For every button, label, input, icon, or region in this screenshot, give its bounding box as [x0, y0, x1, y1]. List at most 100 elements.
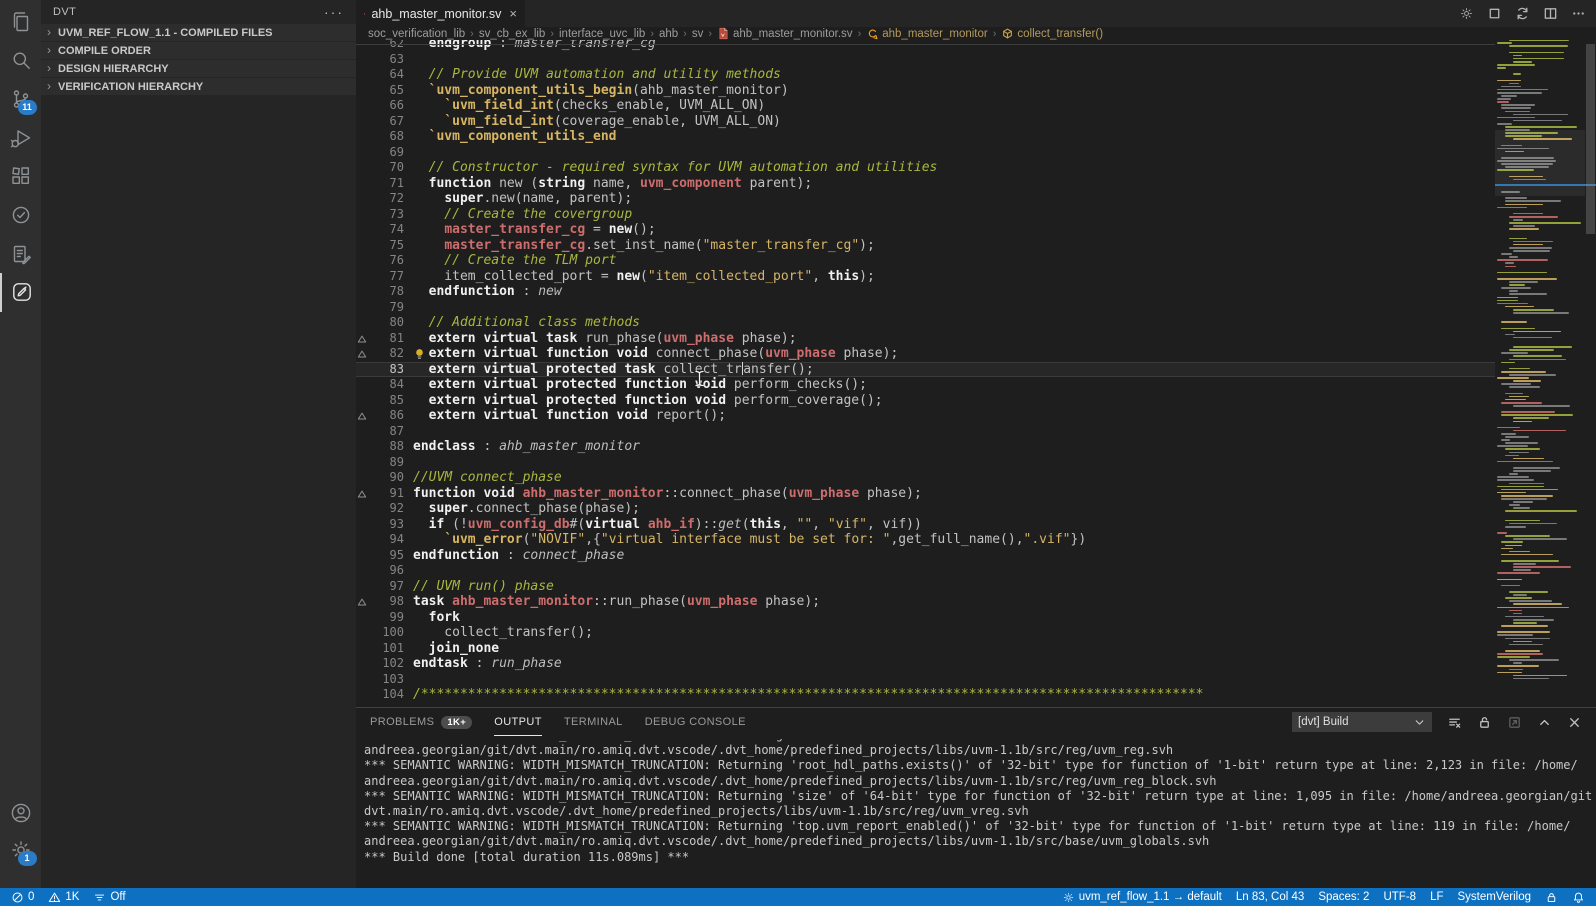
- line-number[interactable]: 64: [370, 67, 404, 83]
- line-number[interactable]: 66: [370, 98, 404, 114]
- code-line[interactable]: 63: [356, 52, 1495, 68]
- activity-item-account[interactable]: [0, 793, 41, 832]
- unlock-icon[interactable]: [1477, 715, 1492, 730]
- code-line[interactable]: 104/************************************…: [356, 687, 1495, 703]
- code-line[interactable]: 94 `uvm_error("NOVIF",{"virtual interfac…: [356, 532, 1495, 548]
- override-marker-icon[interactable]: [357, 411, 367, 421]
- editor-scrollbar[interactable]: [1585, 27, 1596, 707]
- activity-item-settings-gear[interactable]: 1: [0, 830, 41, 869]
- line-number[interactable]: 100: [370, 625, 404, 641]
- line-number[interactable]: 87: [370, 424, 404, 440]
- code-line[interactable]: 102endtask : run_phase: [356, 656, 1495, 672]
- breadcrumb-item[interactable]: ahb_master_monitor.sv: [717, 27, 853, 40]
- status-item-problems-errors[interactable]: 0: [4, 891, 41, 904]
- tab-close-icon[interactable]: ×: [509, 6, 517, 21]
- status-item-eol[interactable]: LF: [1423, 891, 1450, 903]
- line-number[interactable]: 99: [370, 610, 404, 626]
- activity-item-report-edit[interactable]: [0, 234, 41, 273]
- code-line[interactable]: 69: [356, 145, 1495, 161]
- activity-item-search[interactable]: [0, 41, 41, 80]
- minimap-slider[interactable]: [1495, 130, 1585, 196]
- code-line[interactable]: 88endclass : ahb_master_monitor: [356, 439, 1495, 455]
- line-number[interactable]: 84: [370, 377, 404, 393]
- code-line[interactable]: 91function void ahb_master_monitor::conn…: [356, 486, 1495, 502]
- code-line[interactable]: 80 // Additional class methods: [356, 315, 1495, 331]
- line-number[interactable]: 96: [370, 563, 404, 579]
- sidebar-item-design-hierarchy[interactable]: ›DESIGN HIERARCHY: [41, 60, 356, 78]
- code-line[interactable]: 85 extern virtual protected function voi…: [356, 393, 1495, 409]
- line-number[interactable]: 89: [370, 455, 404, 471]
- code-line[interactable]: 70 // Constructor - required syntax for …: [356, 160, 1495, 176]
- line-number[interactable]: 68: [370, 129, 404, 145]
- chevron-up-icon[interactable]: [1537, 715, 1552, 730]
- code-line[interactable]: 72 super.new(name, parent);: [356, 191, 1495, 207]
- line-number[interactable]: 76: [370, 253, 404, 269]
- line-number[interactable]: 93: [370, 517, 404, 533]
- line-number[interactable]: 74: [370, 222, 404, 238]
- status-item-indentation[interactable]: Spaces: 2: [1311, 891, 1376, 903]
- code-line[interactable]: 82 extern virtual function void connect_…: [356, 346, 1495, 362]
- code-line[interactable]: 84 extern virtual protected function voi…: [356, 377, 1495, 393]
- code-line[interactable]: 98task ahb_master_monitor::run_phase(uvm…: [356, 594, 1495, 610]
- line-number[interactable]: 103: [370, 672, 404, 688]
- activity-item-extensions[interactable]: [0, 157, 41, 196]
- status-item-problems-warnings[interactable]: 1K: [41, 891, 86, 904]
- line-number[interactable]: 78: [370, 284, 404, 300]
- code-line[interactable]: 87: [356, 424, 1495, 440]
- activity-item-explorer[interactable]: [0, 2, 41, 41]
- override-marker-icon[interactable]: [357, 489, 367, 499]
- status-item-editor-lock[interactable]: [1538, 891, 1565, 904]
- panel-tab-output[interactable]: OUTPUT: [494, 709, 542, 736]
- status-item-language-mode[interactable]: SystemVerilog: [1450, 891, 1538, 903]
- line-number[interactable]: 71: [370, 176, 404, 192]
- code-line[interactable]: 93 if (!uvm_config_db#(virtual ahb_if)::…: [356, 517, 1495, 533]
- activity-item-run-debug[interactable]: [0, 118, 41, 157]
- line-number[interactable]: 83: [370, 362, 404, 378]
- code-line[interactable]: 66 `uvm_field_int(checks_enable, UVM_ALL…: [356, 98, 1495, 114]
- code-line[interactable]: 65 `uvm_component_utils_begin(ahb_master…: [356, 83, 1495, 99]
- breadcrumb-item[interactable]: soc_verification_lib: [368, 28, 465, 40]
- line-number[interactable]: 98: [370, 594, 404, 610]
- sidebar-item-verification-hierarchy[interactable]: ›VERIFICATION HIERARCHY: [41, 78, 356, 96]
- code-line[interactable]: 75 master_transfer_cg.set_inst_name("mas…: [356, 238, 1495, 254]
- gear-icon[interactable]: [1459, 6, 1474, 21]
- scrollbar-slider[interactable]: [1586, 44, 1595, 234]
- code-line[interactable]: 67 `uvm_field_int(coverage_enable, UVM_A…: [356, 114, 1495, 130]
- sync-icon[interactable]: [1515, 6, 1530, 21]
- code-line[interactable]: 73 // Create the covergroup: [356, 207, 1495, 223]
- line-number[interactable]: 95: [370, 548, 404, 564]
- activity-item-source-control[interactable]: 11: [0, 79, 41, 118]
- tab-ahb-master-monitor[interactable]: ahb_master_monitor.sv ×: [356, 0, 525, 27]
- line-number[interactable]: 80: [370, 315, 404, 331]
- line-number[interactable]: 77: [370, 269, 404, 285]
- code-line[interactable]: 101 join_none: [356, 641, 1495, 657]
- status-item-dvt-build-config[interactable]: uvm_ref_flow_1.1 → default: [1055, 891, 1229, 904]
- breadcrumb-item[interactable]: collect_transfer(): [1001, 27, 1103, 40]
- sidebar-item-compile-order[interactable]: ›COMPILE ORDER: [41, 42, 356, 60]
- line-number[interactable]: 86: [370, 408, 404, 424]
- code-line[interactable]: 74 master_transfer_cg = new();: [356, 222, 1495, 238]
- more-icon[interactable]: [1571, 6, 1586, 21]
- code-line[interactable]: 95endfunction : connect_phase: [356, 548, 1495, 564]
- sidebar-more-actions-button[interactable]: ···: [324, 4, 344, 20]
- code-line[interactable]: 78 endfunction : new: [356, 284, 1495, 300]
- line-number[interactable]: 90: [370, 470, 404, 486]
- code-line[interactable]: 79: [356, 300, 1495, 316]
- breadcrumb-item[interactable]: sv_cb_ex_lib: [479, 28, 545, 40]
- breadcrumb-item[interactable]: sv: [692, 28, 704, 40]
- line-number[interactable]: 63: [370, 52, 404, 68]
- code-line[interactable]: 92 super.connect_phase(phase);: [356, 501, 1495, 517]
- code-line[interactable]: 64 // Provide UVM automation and utility…: [356, 67, 1495, 83]
- code-line[interactable]: 89: [356, 455, 1495, 471]
- code-line[interactable]: 77 item_collected_port = new("item_colle…: [356, 269, 1495, 285]
- line-number[interactable]: 94: [370, 532, 404, 548]
- line-number[interactable]: 88: [370, 439, 404, 455]
- line-number[interactable]: 102: [370, 656, 404, 672]
- line-number[interactable]: 91: [370, 486, 404, 502]
- code-line[interactable]: 103: [356, 672, 1495, 688]
- code-line[interactable]: 86 extern virtual function void report()…: [356, 408, 1495, 424]
- code-line[interactable]: 97// UVM run() phase: [356, 579, 1495, 595]
- line-number[interactable]: 69: [370, 145, 404, 161]
- activity-item-dvt-tools[interactable]: [0, 273, 41, 312]
- line-number[interactable]: 70: [370, 160, 404, 176]
